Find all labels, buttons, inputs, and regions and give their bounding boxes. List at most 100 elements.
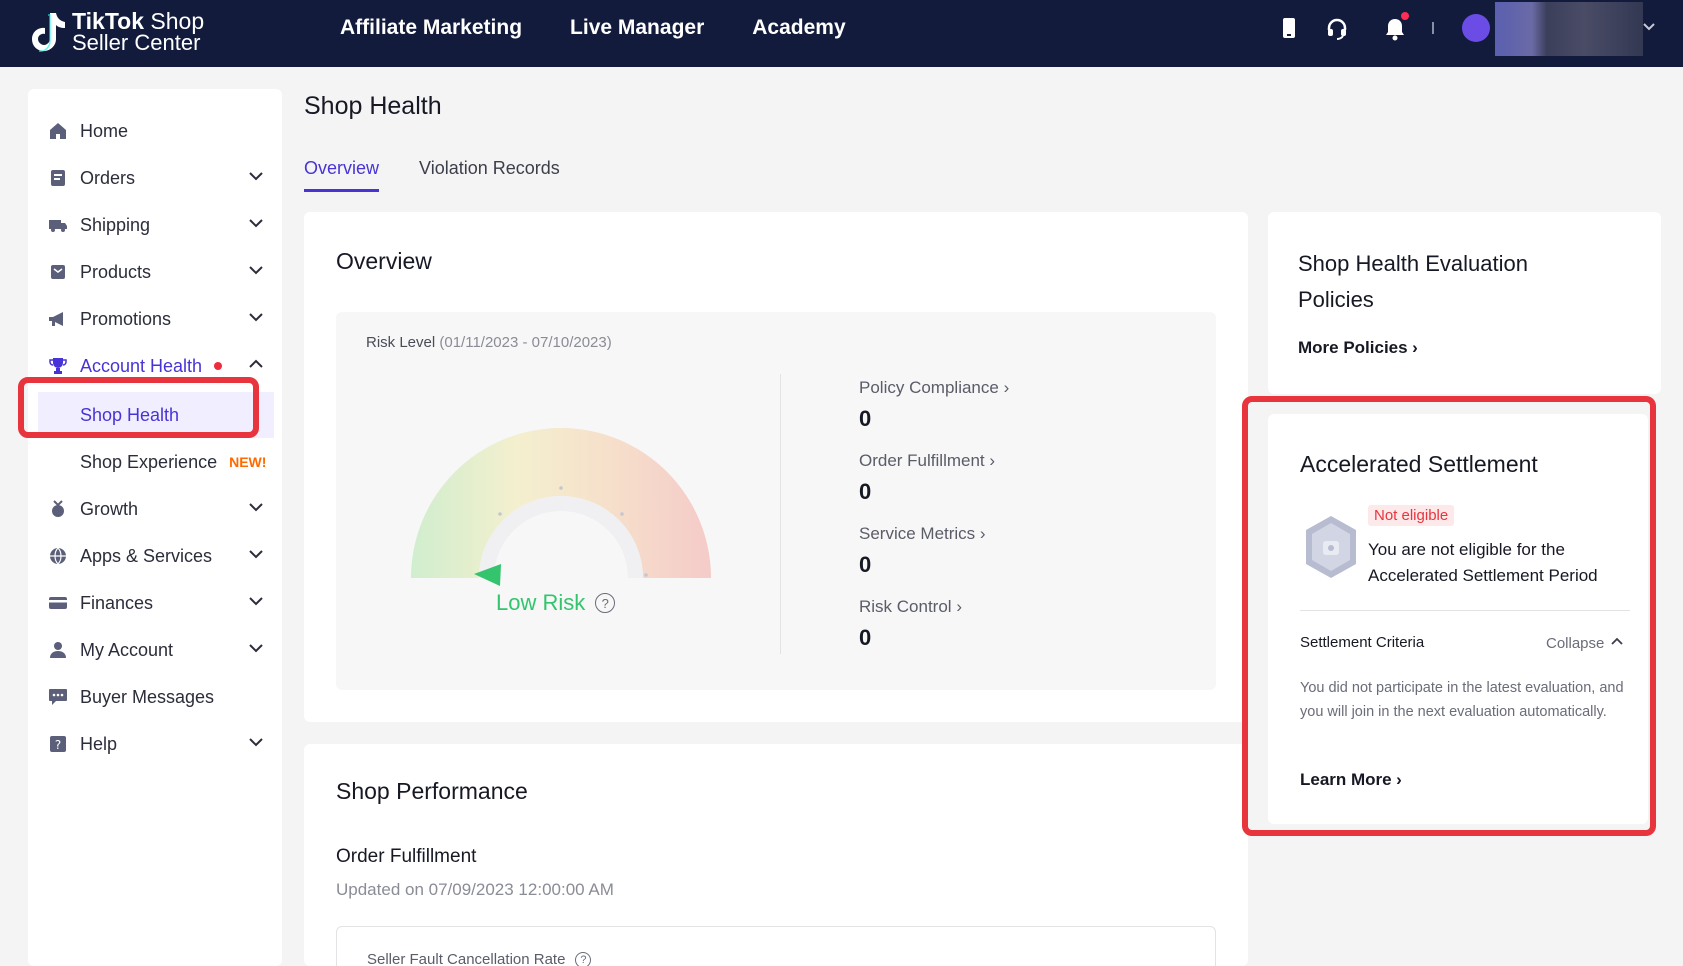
shop-performance-title: Shop Performance [336,778,528,804]
sidebar-item-label: My Account [80,639,174,660]
globe-icon [48,546,68,566]
metric-value: 0 [859,625,872,650]
user-icon [48,640,68,660]
chevron-up-icon [248,356,264,377]
vertical-divider [780,374,781,654]
chevron-right-icon: › [1003,378,1010,397]
sidebar-item-help[interactable]: ? Help [48,727,272,761]
chevron-right-icon: › [989,451,996,470]
headset-icon[interactable] [1325,16,1349,45]
sidebar-item-label: Shipping [80,214,151,235]
sidebar-item-orders[interactable]: Orders [48,161,272,195]
sidebar-item-shop-experience[interactable]: Shop Experience NEW! [80,445,266,479]
sidebar-item-buyer-messages[interactable]: Buyer Messages [48,680,272,714]
risk-gauge [396,408,726,593]
metric-value: 0 [859,406,872,431]
help-icon: ? [48,734,68,754]
sidebar-item-products[interactable]: Products [48,255,272,289]
risk-level-text: Risk Level [366,334,436,351]
metric-value: 0 [859,552,872,577]
metric-policy-compliance[interactable]: Policy Compliance › 0 [859,378,1009,432]
sidebar-item-promotions[interactable]: Promotions [48,302,272,336]
notification-bell-icon[interactable] [1383,16,1407,47]
sidebar-item-finances[interactable]: Finances [48,586,272,620]
shipping-icon [48,215,68,235]
risk-status-label: Low Risk [496,590,586,615]
sidebar-item-label: Apps & Services [80,545,213,566]
sidebar-item-label: Finances [80,592,154,613]
sidebar-item-my-account[interactable]: My Account [48,633,272,667]
logo-subtitle: Seller Center [72,30,201,55]
updated-timestamp: Updated on 07/09/2023 12:00:00 AM [336,880,614,899]
sidebar-item-label: Products [80,261,152,282]
tab-overview[interactable]: Overview [304,158,380,192]
chevron-down-icon [248,499,264,520]
nav-affiliate-marketing[interactable]: Affiliate Marketing [340,16,522,40]
more-policies-label: More Policies [1298,338,1408,357]
policies-card: Shop Health Evaluation Policies More Pol… [1268,212,1661,394]
chevron-right-icon: › [1412,338,1418,357]
sidebar-item-growth[interactable]: Growth [48,492,272,526]
notification-dot [1401,12,1409,20]
more-policies-link[interactable]: More Policies › [1298,338,1418,358]
sidebar-item-label: Help [80,733,118,754]
phone-icon[interactable] [1281,16,1297,45]
nav-academy[interactable]: Academy [752,16,845,40]
card-icon [48,593,68,613]
metric-name: Risk Control [859,597,952,616]
sidebar-item-label: Promotions [80,308,172,329]
sidebar-item-home[interactable]: Home [48,114,272,148]
metric-name: Order Fulfillment [859,451,985,470]
sidebar-item-shipping[interactable]: Shipping [48,208,272,242]
chevron-right-icon: › [979,524,986,543]
avatar[interactable] [1462,14,1490,42]
order-fulfillment-heading: Order Fulfillment [336,846,477,867]
sidebar-item-label: Home [80,120,129,141]
chevron-down-icon [248,546,264,567]
tiktok-logo-icon [28,9,68,55]
metric-risk-control[interactable]: Risk Control › 0 [859,597,962,651]
account-name-redacted[interactable] [1495,2,1643,56]
products-icon [48,262,68,282]
top-divider [1432,22,1434,34]
chevron-down-icon [248,309,264,330]
highlight-box-accelerated-settlement [1242,396,1656,836]
chevron-down-icon[interactable] [1642,20,1656,39]
chevron-down-icon [248,593,264,614]
sidebar-item-apps-services[interactable]: Apps & Services [48,539,272,573]
overview-title: Overview [336,248,432,274]
alert-dot [214,362,223,370]
sidebar-item-label: Account Health [80,355,203,376]
metric-name: Service Metrics [859,524,976,543]
nav-live-manager[interactable]: Live Manager [570,16,704,40]
trophy-icon [48,356,68,376]
policies-title: Shop Health Evaluation Policies [1298,251,1528,312]
sidebar: Home Orders Shipping Products Promotions… [28,89,282,966]
risk-date-range: (01/11/2023 - 07/10/2023) [439,334,612,351]
growth-icon [48,499,68,519]
metric-value: 0 [859,479,872,504]
chevron-down-icon [248,168,264,189]
metric-service-metrics[interactable]: Service Metrics › 0 [859,524,986,578]
page-title: Shop Health [304,92,442,120]
chevron-right-icon: › [956,597,962,616]
chevron-down-icon [248,215,264,236]
sidebar-item-label: Shop Experience [80,451,218,472]
risk-status: Low Risk ? [496,590,616,616]
risk-level-panel: Risk Level (01/11/2023 - 07/10/2023) Low… [336,312,1216,690]
question-circle-icon[interactable]: ? [575,951,592,966]
tab-violation-records[interactable]: Violation Records [419,158,560,192]
chevron-down-icon [248,262,264,283]
sidebar-item-label: Buyer Messages [80,686,215,707]
top-navigation: Affiliate Marketing Live Manager Academy [340,16,846,40]
svg-text:?: ? [55,738,61,752]
metric-order-fulfillment[interactable]: Order Fulfillment › 0 [859,451,995,505]
tab-bar: Overview Violation Records [304,158,560,192]
metric-name: Seller Fault Cancellation Rate [367,951,566,966]
risk-level-label: Risk Level (01/11/2023 - 07/10/2023) [366,334,612,351]
tiktok-shop-logo[interactable]: TikTok Shop Seller Center [28,6,204,58]
home-icon [48,121,68,141]
metric-box-cancellation-rate: Seller Fault Cancellation Rate ? [336,926,1216,966]
question-circle-icon[interactable]: ? [595,593,616,613]
megaphone-icon [48,309,68,329]
